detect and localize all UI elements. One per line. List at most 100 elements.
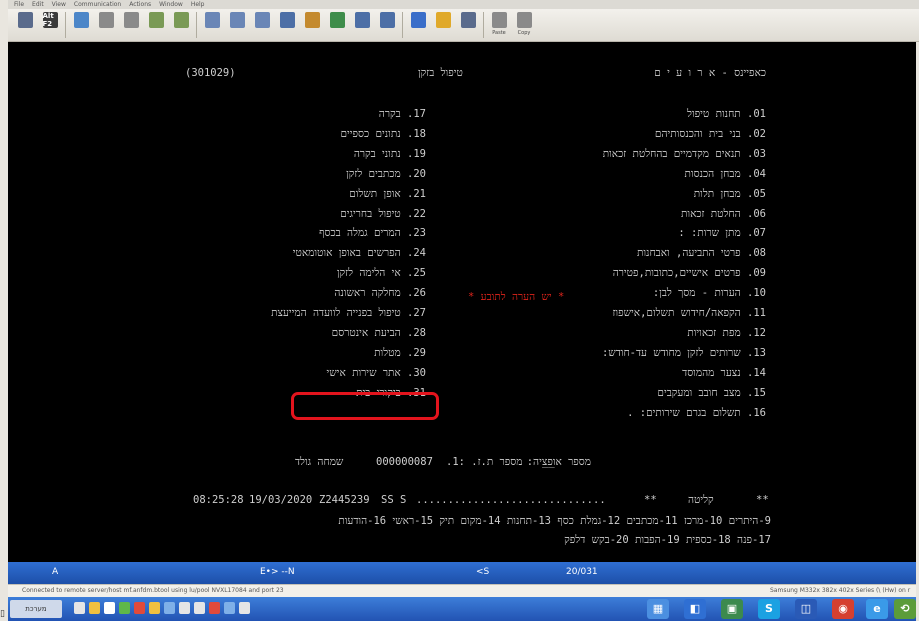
menu-item[interactable]: Communication <box>74 1 121 8</box>
menu-item[interactable]: Actions <box>129 1 151 8</box>
menu-item[interactable]: File <box>14 1 24 8</box>
menu-option[interactable]: 16. תשלום בגרם שירותים: . <box>627 407 766 419</box>
menu-option[interactable]: 01. תחנות טיפול <box>687 108 766 120</box>
option-number: 17. <box>407 108 426 120</box>
menu-option[interactable]: 05. מבחן תלות <box>694 188 766 200</box>
window-icon[interactable]: ◫ <box>795 599 817 619</box>
ie-icon[interactable]: e <box>866 599 888 619</box>
taskbar-app-icon[interactable] <box>209 602 220 614</box>
terminal-icon[interactable]: ▣ <box>721 599 743 619</box>
menu-option[interactable]: 14. נצער מהמוסד <box>682 367 766 379</box>
grid-icon[interactable]: ▦ <box>647 599 669 619</box>
id-label: מספר ת.ז. :1. <box>446 456 523 468</box>
toolbar-button[interactable] <box>407 9 429 39</box>
menu-option[interactable]: 30. אתר שירות אישי <box>327 367 427 379</box>
app-icon[interactable]: ◧ <box>684 599 706 619</box>
chrome-icon[interactable]: ◉ <box>832 599 854 619</box>
toolbar-button[interactable] <box>95 9 117 39</box>
menu-option[interactable]: 06. החלטת זכאות <box>681 208 766 220</box>
taskbar-app-icon[interactable] <box>179 602 190 614</box>
option-number: 03. <box>747 147 766 160</box>
toolbar-button[interactable] <box>376 9 398 39</box>
menu-option[interactable]: 27. טיפול בפנייה לוועדה המייעצת <box>271 307 426 319</box>
menu-option[interactable]: 02. בני בית והכנסותיהם <box>655 128 766 140</box>
option-number: 05. <box>747 187 766 200</box>
option-number: 25. <box>407 267 426 280</box>
taskbar-app-icon[interactable] <box>119 602 130 614</box>
option-number: 16. <box>747 406 766 419</box>
toolbar-button[interactable] <box>251 9 273 39</box>
toolbar-button[interactable] <box>457 9 479 39</box>
menu-option[interactable]: 29. מטלות <box>374 347 426 359</box>
option-number: 04. <box>747 167 766 180</box>
taskbar-app-icon[interactable] <box>134 602 145 614</box>
menu-option[interactable]: 22. טיפול בחריגים <box>340 208 426 220</box>
toolbar-button[interactable]: Alt F2 <box>39 9 61 39</box>
menu-option[interactable]: 19. נתוני בקרה <box>354 148 426 160</box>
menu-option[interactable]: 24. הפרשים באופן אוטומאטי <box>293 247 426 259</box>
option-text: נתונים כספיים <box>340 127 401 140</box>
menu-option[interactable]: 15. מצב חובב ומעקבים <box>657 387 766 399</box>
menu-option[interactable]: 26. מחלקה ראשונה <box>334 287 426 299</box>
taskbar-app-icon[interactable] <box>194 602 205 614</box>
taskbar-app-icon[interactable] <box>149 602 160 614</box>
menu-option[interactable]: 04. מבחן הכנסות <box>685 168 766 180</box>
status-cs: <S <box>476 567 490 577</box>
menu-option[interactable]: 10. הערות - מסך לבן: <box>653 287 766 299</box>
menu-option[interactable]: 13. שרותים לזקן מחודש עד-חודש: <box>602 347 766 359</box>
taskbar-app-icon[interactable] <box>164 602 175 614</box>
toolbar-button[interactable] <box>226 9 248 39</box>
highlight-box <box>291 392 439 420</box>
toolbar-button[interactable] <box>326 9 348 39</box>
taskbar-app-icon[interactable] <box>89 602 100 614</box>
menu-option[interactable]: 09. פרטים אישיים,כתובות,פטירה <box>613 267 766 279</box>
option-number: 20. <box>407 167 426 180</box>
toolbar-button[interactable] <box>14 9 36 39</box>
check-icon <box>329 12 345 28</box>
toolbar-button[interactable] <box>120 9 142 39</box>
toolbar-button[interactable] <box>170 9 192 39</box>
toolbar-button[interactable] <box>145 9 167 39</box>
menu-option[interactable]: 18. נתונים כספיים <box>340 128 426 140</box>
option-text: המרים גמלה בכסף <box>319 227 401 240</box>
cursor-position: 20/031 <box>566 567 598 577</box>
menu-item[interactable]: Window <box>159 1 183 8</box>
option-number: 23. <box>407 227 426 240</box>
terminal-screen[interactable]: (301029) טיפול בזקן כאפיינס - א ר ו ע י … <box>8 42 916 562</box>
menu-option[interactable]: 12. מפת זכאויות <box>687 327 766 339</box>
toolbar-button[interactable] <box>301 9 323 39</box>
start-button[interactable]: מערכת <box>10 600 62 618</box>
taskbar-app-icon[interactable] <box>239 602 250 614</box>
menu-option[interactable]: 21. אופן תשלום <box>349 188 426 200</box>
menu-item[interactable]: View <box>52 1 66 8</box>
menu-item[interactable]: Edit <box>32 1 44 8</box>
toolbar-button[interactable] <box>432 9 454 39</box>
menu-option[interactable]: 25. אי הלימה לזקן <box>337 267 426 279</box>
option-input[interactable]: __ <box>542 456 555 468</box>
toolbar-button[interactable] <box>201 9 223 39</box>
menu-option[interactable]: 08. פרטי התביעה, ואבחנות <box>637 247 766 259</box>
taskbar-app-icon[interactable] <box>74 602 85 614</box>
menu-option[interactable]: 20. מכתבים לזקן <box>346 168 426 180</box>
menu-option[interactable]: 07. מתן שרות: : <box>678 227 766 239</box>
toolbar-separator <box>65 12 66 38</box>
menu-item[interactable]: Help <box>191 1 205 8</box>
menu-option[interactable]: 23. המרים גמלה בכסף <box>319 227 426 239</box>
toolbar-button[interactable]: Paste <box>488 9 510 39</box>
skype-icon[interactable]: S <box>758 599 780 619</box>
toolbar-button[interactable] <box>70 9 92 39</box>
menu-option[interactable]: 03. תנאים מקדמיים בהחלטת זכאות <box>603 148 766 160</box>
toolbar-button[interactable] <box>351 9 373 39</box>
menu-option[interactable]: 28. הביעת אינטרסם <box>332 327 426 339</box>
taskbar-app-icon[interactable] <box>224 602 235 614</box>
toolbar-button[interactable] <box>276 9 298 39</box>
other-icon[interactable]: ⟲ <box>894 599 916 619</box>
menu-option[interactable]: 11. הקפאה/חידוש תשלום,אישפוז <box>612 307 766 319</box>
printer-text: Samsung M332x 382x 402x Series (\ (Hw) o… <box>770 587 911 594</box>
emulator-status-bar: A E•> --N <S 20/031 <box>8 562 916 584</box>
toolbar-button[interactable]: Copy <box>513 9 535 39</box>
toolbar-separator <box>402 12 403 38</box>
taskbar-app-icon[interactable] <box>104 602 115 614</box>
menu-option[interactable]: 17. בקרה <box>379 108 426 120</box>
key-icon <box>173 12 189 28</box>
